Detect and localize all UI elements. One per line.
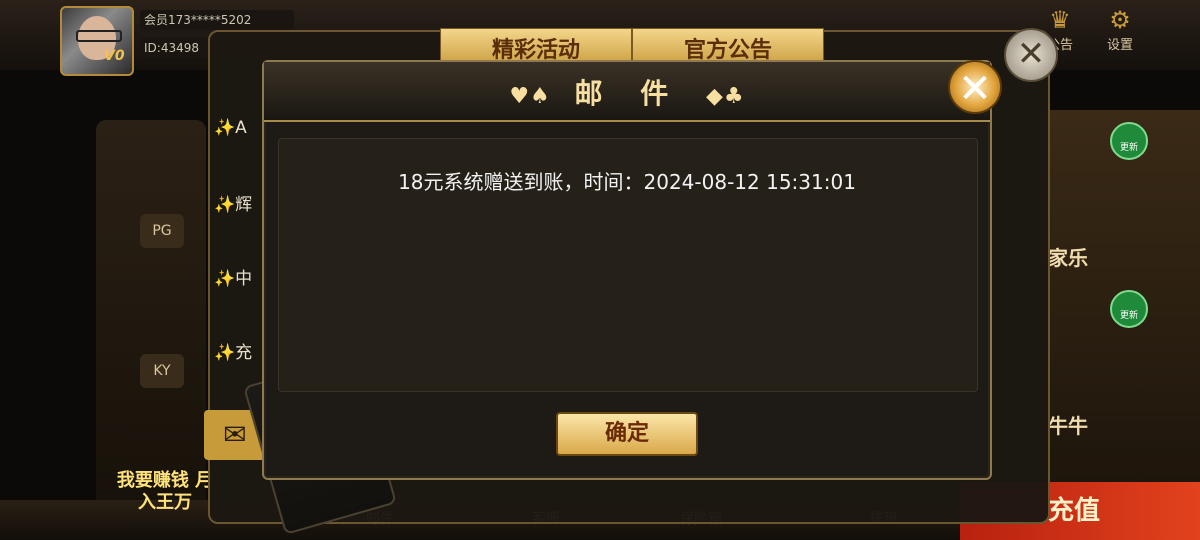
side-item-pg[interactable]: PG xyxy=(140,214,184,248)
close-icon[interactable]: ✕ xyxy=(1004,28,1058,82)
mail-message: 18元系统赠送到账，时间：2024-08-12 15:31:01 xyxy=(398,170,856,194)
settings-label: 设置 xyxy=(1106,38,1133,53)
announcement-item[interactable]: ✨中 xyxy=(214,264,252,289)
close-icon[interactable]: ✕ xyxy=(948,60,1002,114)
member-label: 会员173*****5202 xyxy=(140,10,294,30)
promo-banner[interactable]: 我要赚钱 月入王万 xyxy=(110,470,220,530)
suits-left: ♥♠ xyxy=(509,84,551,109)
settings-button[interactable]: ⚙ 设置 xyxy=(1098,6,1142,53)
vip-badge: V0 xyxy=(104,48,125,64)
suits-right: ◆♣ xyxy=(706,84,745,109)
side-item-ky[interactable]: KY xyxy=(140,354,184,388)
announcement-item[interactable]: ✨A xyxy=(214,118,247,138)
tile-label-niuniu: 牛牛 xyxy=(1048,414,1088,438)
megaphone-icon: ♛ xyxy=(1049,6,1071,34)
announcement-item[interactable]: ✨充 xyxy=(214,338,252,363)
gear-icon: ⚙ xyxy=(1109,6,1131,34)
confirm-button[interactable]: 确定 xyxy=(556,412,698,456)
dialog-title: ♥♠ 邮 件 ◆♣ xyxy=(264,72,990,112)
update-badge: 更新 xyxy=(1110,122,1148,160)
avatar-glasses xyxy=(76,30,122,42)
tile-label-baccarat: 家乐 xyxy=(1048,246,1088,270)
game-category-sidebar xyxy=(96,120,206,520)
dialog-title-text: 邮 件 xyxy=(574,77,683,110)
announcement-item[interactable]: ✨辉 xyxy=(214,190,252,215)
update-badge: 更新 xyxy=(1110,290,1148,328)
avatar[interactable] xyxy=(60,6,134,76)
